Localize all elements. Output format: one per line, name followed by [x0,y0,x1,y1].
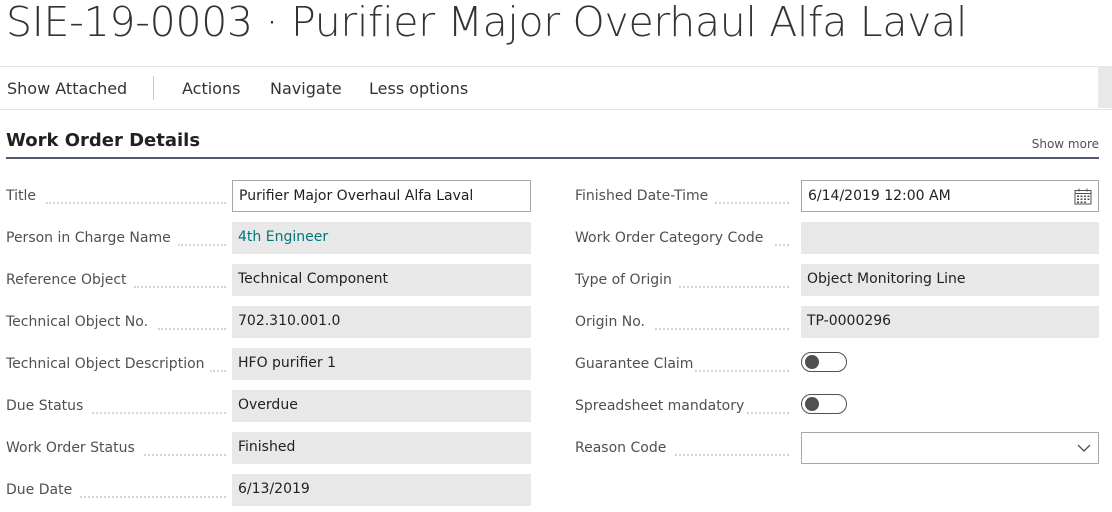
work-order-status-label: Work Order Status [6,440,135,456]
technical-object-description-label: Technical Object Description [6,356,205,372]
finished-date-time-value: 6/14/2019 12:00 AM [808,188,951,204]
field-row-due-date: Due Date 6/13/2019 [6,474,531,506]
label-dots [144,442,226,456]
finished-date-time-input[interactable]: 6/14/2019 12:00 AM [801,180,1099,212]
label-dots [134,274,226,288]
work-order-category-code-label: Work Order Category Code [575,230,764,246]
label-dots [679,274,789,288]
action-bar-divider [153,76,154,100]
chevron-down-icon[interactable] [1076,442,1092,458]
origin-no-field: TP-0000296 [801,306,1099,338]
due-date-label: Due Date [6,482,73,498]
field-row-type-of-origin: Type of Origin Object Monitoring Line [575,264,1099,296]
field-row-origin-no: Origin No. TP-0000296 [575,306,1099,338]
technical-object-no-label: Technical Object No. [6,314,149,330]
label-dots [655,316,789,330]
label-dots [210,358,226,372]
actions-menu[interactable]: Actions [182,79,240,98]
field-row-spreadsheet-mandatory: Spreadsheet mandatory [575,390,1099,422]
field-row-work-order-status: Work Order Status Finished [6,432,531,464]
label-dots [775,232,789,246]
person-in-charge-label: Person in Charge Name [6,230,171,246]
reason-code-select[interactable] [801,432,1099,464]
technical-object-description-field: HFO purifier 1 [232,348,531,380]
spreadsheet-mandatory-toggle[interactable] [801,394,847,414]
due-status-label: Due Status [6,398,84,414]
field-row-technical-object-description: Technical Object Description HFO purifie… [6,348,531,380]
field-row-reason-code: Reason Code [575,432,1099,464]
page-title: SIE-19-0003 · Purifier Major Overhaul Al… [6,0,968,46]
field-row-title: Title Purifier Major Overhaul Alfa Laval [6,180,531,212]
less-options-button[interactable]: Less options [369,79,468,98]
spreadsheet-mandatory-label: Spreadsheet mandatory [575,398,745,414]
show-attached-button[interactable]: Show Attached [7,79,127,98]
field-row-guarantee-claim: Guarantee Claim [575,348,1099,380]
reference-object-field: Technical Component [232,264,531,296]
title-label: Title [6,188,37,204]
label-dots [158,316,226,330]
action-bar: Show Attached Actions Navigate Less opti… [0,66,1112,110]
label-dots [747,400,789,414]
section-title[interactable]: Work Order Details [6,130,200,151]
field-row-due-status: Due Status Overdue [6,390,531,422]
scrollbar[interactable] [1098,66,1112,108]
toggle-knob [805,397,819,411]
finished-date-time-label: Finished Date-Time [575,188,709,204]
title-input[interactable]: Purifier Major Overhaul Alfa Laval [232,180,531,212]
label-dots [46,190,226,204]
label-dots [178,232,226,246]
field-row-reference-object: Reference Object Technical Component [6,264,531,296]
guarantee-claim-toggle[interactable] [801,352,847,372]
person-in-charge-link[interactable]: 4th Engineer [232,222,531,254]
field-row-work-order-category-code: Work Order Category Code [575,222,1099,254]
origin-no-label: Origin No. [575,314,646,330]
label-dots [92,400,226,414]
field-row-person-in-charge: Person in Charge Name 4th Engineer [6,222,531,254]
navigate-menu[interactable]: Navigate [270,79,342,98]
label-dots [80,484,226,498]
type-of-origin-label: Type of Origin [575,272,672,288]
work-order-category-code-field [801,222,1099,254]
field-row-technical-object-no: Technical Object No. 702.310.001.0 [6,306,531,338]
work-order-status-field: Finished [232,432,531,464]
technical-object-no-field: 702.310.001.0 [232,306,531,338]
label-dots [715,190,789,204]
due-date-field: 6/13/2019 [232,474,531,506]
label-dots [675,442,789,456]
guarantee-claim-label: Guarantee Claim [575,356,694,372]
label-dots [695,358,789,372]
toggle-knob [805,355,819,369]
due-status-field: Overdue [232,390,531,422]
section-divider [6,157,1099,159]
reference-object-label: Reference Object [6,272,127,288]
show-more-link[interactable]: Show more [1032,137,1099,151]
field-row-finished-date-time: Finished Date-Time 6/14/2019 12:00 AM [575,180,1099,212]
reason-code-label: Reason Code [575,440,667,456]
type-of-origin-field: Object Monitoring Line [801,264,1099,296]
calendar-icon[interactable] [1074,188,1092,209]
